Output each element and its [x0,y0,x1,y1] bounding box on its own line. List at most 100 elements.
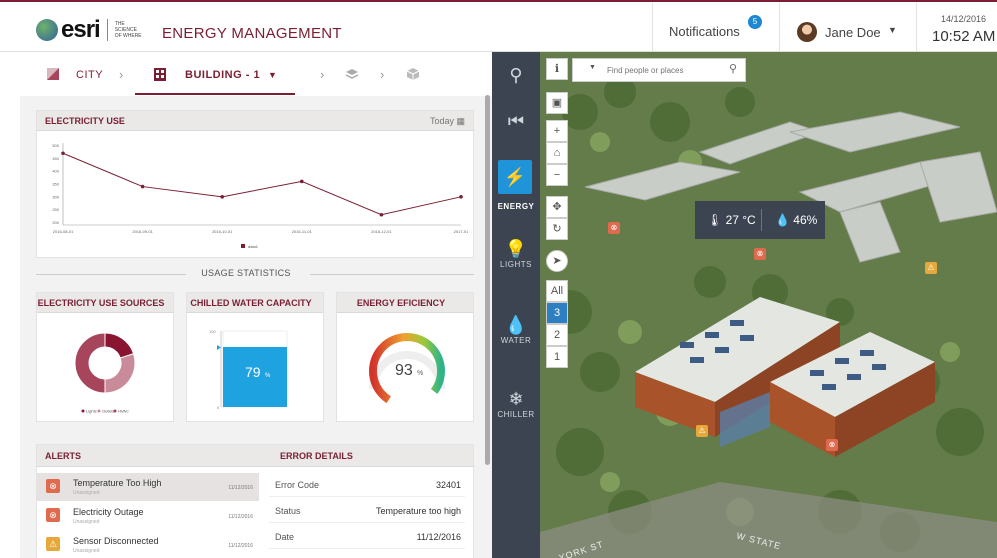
breadcrumb-building[interactable]: BUILDING - 1 [185,69,260,81]
detail-value: 32401 [435,480,461,490]
x-tick-label: 2016-11-01 [292,229,313,234]
search-button[interactable]: ⚲ [492,64,540,86]
card-title: ENERGY EFICIENCY [337,293,473,313]
campus-3d-map[interactable] [540,52,997,558]
alerts-title: ALERTS [45,451,81,461]
energy-management-app: esri The Science of Where ENERGY MANAGEM… [0,0,997,558]
legend-swatch [241,244,245,248]
y-tick-label: 300 [52,194,59,199]
zoom-in-button[interactable]: + [546,120,568,142]
room-cube-icon[interactable] [406,67,420,81]
map-warning-marker[interactable]: ⚠ [925,262,937,274]
app-title: ENERGY MANAGEMENT [162,25,342,42]
globe-icon [36,19,58,41]
breadcrumb: CITY › BUILDING - 1 ▼ › › [20,52,492,96]
alert-title: Electricity Outage [73,507,144,517]
legend-label: HVAC [118,409,129,414]
gauge-min-label: 0 [217,405,220,410]
temperature-value: 27 °C [725,213,756,227]
home-button[interactable]: ⌂ [546,142,568,164]
notifications-button[interactable]: Notifications [669,24,740,39]
alert-assignee: Unassigned [73,548,100,554]
electricity-sources-card: ELECTRICITY USE SOURCES Lights Outlets HVA… [36,292,174,422]
detail-value: 11/12/2016 [416,532,461,542]
zoom-out-button[interactable]: − [546,164,568,186]
chiller-layer-button[interactable]: ❄ CHILLER [492,388,540,419]
chilled-water-gauge: 100 0 79 % [209,329,288,410]
floor-filter-2[interactable]: 2 [546,324,568,346]
chevron-down-icon[interactable]: ▼ [268,70,277,80]
donut-slice [104,332,135,359]
map-search: ▼ ⚲ [572,58,746,82]
collapse-icon: ⏮ [507,111,525,131]
data-point [459,195,463,199]
energy-efficiency-card: ENERGY EFICIENCY 93 % [336,292,474,422]
water-layer-button[interactable]: 💧 WATER [492,314,540,345]
home-icon: ⌂ [553,147,561,159]
rotate-button[interactable]: ↻ [546,218,568,240]
humidity-value: 46% [793,213,818,227]
info-button[interactable]: ℹ [546,58,568,80]
map-warning-marker[interactable]: ⚠ [696,425,708,437]
panel-scrollbar[interactable] [485,95,490,465]
building-icon [153,67,167,81]
floor-filter-all[interactable]: All [546,280,568,302]
legend-label: Outlets [102,409,115,414]
y-tick-label: 350 [52,182,59,187]
legend-label: data1 [248,244,259,249]
breadcrumb-active-underline [135,93,295,95]
alert-title: Temperature Too High [73,478,162,488]
user-name[interactable]: Jane Doe [825,25,881,40]
detail-value: Temperature too high [375,506,461,516]
y-tick-label: 450 [52,156,59,161]
alert-date: 11/12/2016 [228,543,253,549]
map-error-marker[interactable]: ⊗ [826,439,838,451]
detail-key: Status [275,506,301,516]
breadcrumb-city[interactable]: CITY [76,69,103,81]
data-point [61,151,65,156]
pan-button[interactable]: ✥ [546,196,568,218]
floor-filter-3[interactable]: 3 [546,302,568,324]
city-icon[interactable] [46,67,60,81]
search-input[interactable] [607,62,717,78]
basemap-icon: ▣ [551,97,563,109]
alert-item[interactable]: ⚠ Sensor Disconnected Unassigned 11/12/2… [37,531,259,558]
map-error-marker[interactable]: ⊗ [608,222,620,234]
logo-text: esri [61,16,101,43]
error-icon: ⊗ [46,479,60,493]
alert-assignee: Unassigned [73,490,100,496]
y-tick-label: 500 [52,143,59,148]
compass-button[interactable]: ➤ [546,250,568,272]
detail-key: Error Code [275,480,320,490]
data-point [140,184,145,189]
chevron-down-icon[interactable]: ▼ [589,64,596,71]
chevron-right-icon: › [320,67,325,82]
map-error-marker[interactable]: ⊗ [754,248,766,260]
chiller-label: CHILLER [497,410,535,419]
lights-layer-button[interactable]: 💡 LIGHTS [492,238,540,269]
alert-item[interactable]: ⊗ Electricity Outage Unassigned 11/12/20… [37,502,259,530]
alert-item[interactable]: ⊗ Temperature Too High Unassigned 11/12/… [37,473,259,501]
user-avatar[interactable] [797,22,817,42]
card-title: ELECTRICITY USE SOURCES [37,293,173,313]
legend-swatch [113,409,117,413]
collapse-panel-button[interactable]: ⏮ [492,110,540,132]
period-selector[interactable]: Today ▦ [430,116,465,127]
energy-layer-button[interactable]: ⚡ [498,160,532,194]
esri-logo: esri The Science of Where [36,16,143,44]
minus-icon: − [553,169,561,181]
error-icon: ⊗ [46,508,60,522]
y-tick-label: 250 [52,207,59,212]
chilled-unit: % [265,373,271,379]
top-header: esri The Science of Where ENERGY MANAGEM… [0,0,997,54]
logo-tagline: The Science of Where [114,21,142,39]
search-icon[interactable]: ⚲ [729,62,737,75]
alert-title: Sensor Disconnected [73,536,159,546]
basemap-button[interactable]: ▣ [546,92,568,114]
floors-icon[interactable] [345,67,359,81]
chevron-down-icon[interactable]: ▼ [888,25,897,35]
floor-filter-1[interactable]: 1 [546,346,568,368]
water-label: WATER [500,336,532,345]
3d-scene-view[interactable]: ⊗ ⊗ ⚠ ⚠ ⊗ YORK ST W STATE [540,52,997,558]
donut-slice [74,332,106,394]
